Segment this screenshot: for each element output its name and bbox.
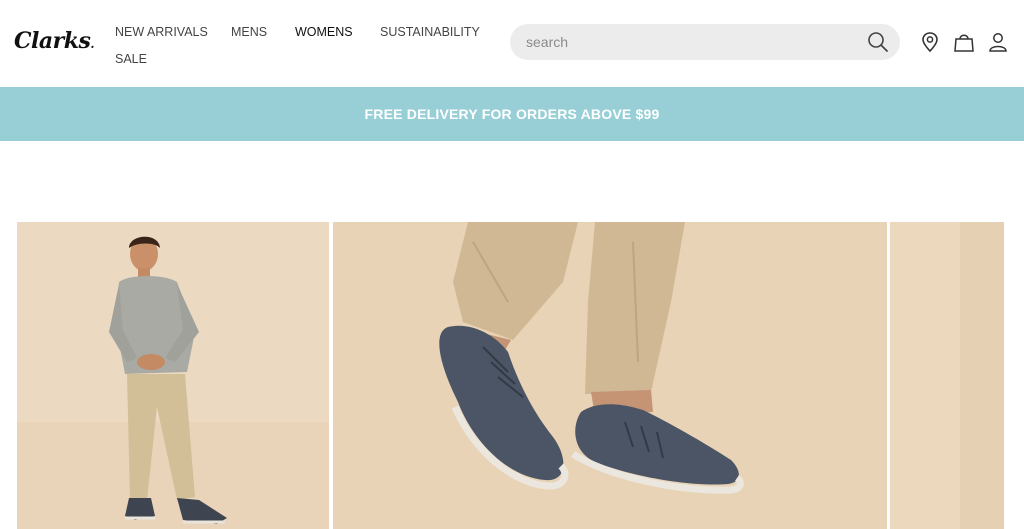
promo-text: FREE DELIVERY FOR ORDERS ABOVE $99 bbox=[364, 106, 660, 122]
location-pin-icon[interactable] bbox=[919, 31, 941, 53]
nav-sustainability[interactable]: SUSTAINABILITY bbox=[380, 25, 480, 39]
shopping-bag-icon[interactable] bbox=[953, 31, 975, 53]
search-input[interactable] bbox=[526, 32, 856, 52]
search-icon[interactable] bbox=[866, 30, 890, 54]
clarks-logo[interactable]: Clarks. bbox=[14, 28, 94, 54]
nav-sale[interactable]: SALE bbox=[115, 52, 147, 66]
nav-new-arrivals[interactable]: NEW ARRIVALS bbox=[115, 25, 208, 39]
hero-image-next[interactable] bbox=[890, 222, 1004, 529]
hero-gallery bbox=[0, 222, 1024, 529]
user-account-icon[interactable] bbox=[987, 31, 1009, 53]
nav-womens[interactable]: WOMENS bbox=[295, 25, 353, 39]
site-header: Clarks. NEW ARRIVALS MENS WOMENS SUSTAIN… bbox=[0, 0, 1024, 87]
promo-banner: FREE DELIVERY FOR ORDERS ABOVE $99 bbox=[0, 87, 1024, 141]
nav-mens[interactable]: MENS bbox=[231, 25, 267, 39]
hero-image-sneakers[interactable] bbox=[333, 222, 887, 529]
hero-image-model[interactable] bbox=[17, 222, 329, 529]
search-bar bbox=[510, 24, 900, 60]
logo-text: Clarks bbox=[14, 28, 91, 54]
